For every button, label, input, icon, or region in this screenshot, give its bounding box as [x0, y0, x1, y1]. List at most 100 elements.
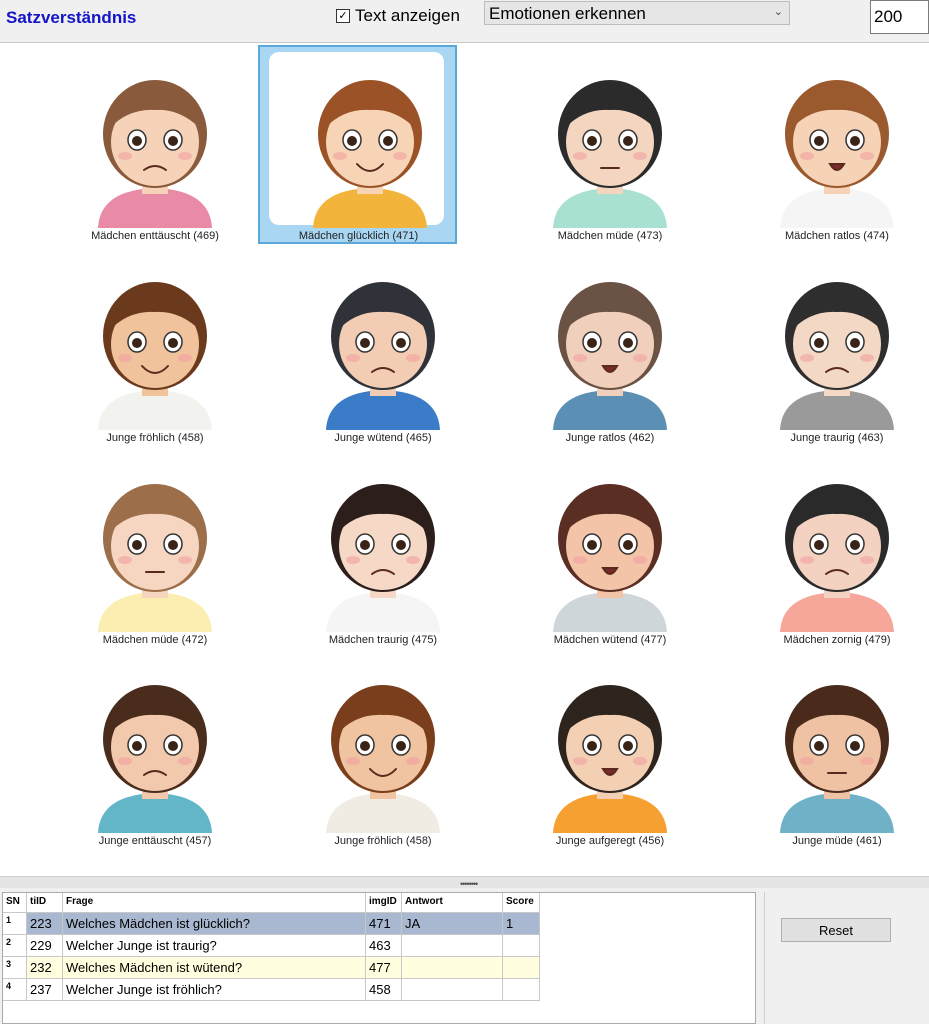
image-size-input[interactable]	[870, 0, 929, 34]
child-face-image	[295, 60, 445, 233]
show-text-toggle[interactable]: ✓ Text anzeigen	[336, 6, 460, 26]
child-face-image	[308, 665, 458, 838]
right-cheek-shape	[633, 757, 647, 765]
right-pupil-shape	[168, 540, 178, 550]
image-tile[interactable]: Junge enttäuscht (457)	[42, 649, 268, 849]
right-cheek-shape	[406, 556, 420, 564]
left-cheek-shape	[346, 556, 360, 564]
right-pupil-shape	[623, 338, 633, 348]
col-header-imgid[interactable]: imgID	[366, 893, 402, 913]
right-pupil-shape	[850, 741, 860, 751]
reset-button[interactable]: Reset	[781, 918, 891, 942]
left-cheek-shape	[800, 757, 814, 765]
chevron-down-icon: ⌄	[773, 6, 783, 18]
left-pupil-shape	[360, 741, 370, 751]
mode-select[interactable]: Emotionen erkennen ⌄	[484, 1, 790, 25]
child-face-image	[308, 464, 458, 637]
image-tile[interactable]: Mädchen ratlos (474)	[724, 44, 929, 244]
left-pupil-shape	[587, 136, 597, 146]
right-pupil-shape	[168, 136, 178, 146]
cell-sn[interactable]: 1	[3, 913, 27, 935]
right-cheek-shape	[633, 354, 647, 362]
right-cheek-shape	[633, 556, 647, 564]
left-pupil-shape	[132, 338, 142, 348]
left-cheek-shape	[346, 354, 360, 362]
bottom-panel: SN tiID Frage imgID Antwort Score 1 223 We…	[0, 888, 929, 1024]
cell-score[interactable]	[503, 935, 540, 957]
cell-score[interactable]	[503, 979, 540, 1001]
child-face-image	[80, 464, 230, 637]
cell-frage[interactable]: Welcher Junge ist traurig?	[63, 935, 366, 957]
left-pupil-shape	[587, 338, 597, 348]
right-cheek-shape	[393, 152, 407, 160]
image-tile[interactable]: Mädchen zornig (479)	[724, 448, 929, 648]
left-cheek-shape	[118, 354, 132, 362]
tile-caption: Mädchen müde (473)	[557, 230, 663, 242]
child-face-image	[535, 464, 685, 637]
tile-caption: Junge müde (461)	[792, 835, 882, 847]
tile-caption: Junge ratlos (462)	[565, 432, 655, 444]
cell-score[interactable]: 1	[503, 913, 540, 935]
col-header-score[interactable]: Score	[503, 893, 540, 913]
right-pupil-shape	[396, 741, 406, 751]
cell-imgid[interactable]: 458	[366, 979, 402, 1001]
col-header-tiid[interactable]: tiID	[27, 893, 63, 913]
cell-tiid[interactable]: 232	[27, 957, 63, 979]
image-tile[interactable]: Mädchen traurig (475)	[270, 448, 496, 648]
right-cheek-shape	[178, 556, 192, 564]
tile-caption: Mädchen glücklich (471)	[298, 230, 419, 242]
cell-antwort[interactable]: JA	[402, 913, 503, 935]
cell-imgid[interactable]: 477	[366, 957, 402, 979]
cell-antwort[interactable]	[402, 957, 503, 979]
cell-score[interactable]	[503, 957, 540, 979]
child-face-image	[80, 60, 230, 233]
left-pupil-shape	[132, 136, 142, 146]
left-pupil-shape	[347, 136, 357, 146]
tile-caption: Mädchen enttäuscht (469)	[91, 230, 219, 242]
cell-tiid[interactable]: 237	[27, 979, 63, 1001]
cell-frage[interactable]: Welches Mädchen ist glücklich?	[63, 913, 366, 935]
child-face-image	[535, 262, 685, 435]
col-header-antwort[interactable]: Antwort	[402, 893, 503, 913]
left-cheek-shape	[800, 556, 814, 564]
right-cheek-shape	[178, 152, 192, 160]
child-face-image	[762, 262, 912, 435]
col-header-sn[interactable]: SN	[3, 893, 27, 913]
cell-antwort[interactable]	[402, 979, 503, 1001]
image-tile[interactable]: Junge aufgeregt (456)	[497, 649, 723, 849]
cell-tiid[interactable]: 223	[27, 913, 63, 935]
cell-tiid[interactable]: 229	[27, 935, 63, 957]
cell-sn[interactable]: 4	[3, 979, 27, 1001]
image-tile[interactable]: Mädchen müde (473)	[497, 44, 723, 244]
tile-caption: Mädchen ratlos (474)	[785, 230, 889, 242]
right-cheek-shape	[633, 152, 647, 160]
cell-frage[interactable]: Welcher Junge ist fröhlich?	[63, 979, 366, 1001]
cell-sn[interactable]: 3	[3, 957, 27, 979]
cell-sn[interactable]: 2	[3, 935, 27, 957]
cell-imgid[interactable]: 463	[366, 935, 402, 957]
show-text-checkbox[interactable]: ✓	[336, 9, 350, 23]
image-tile[interactable]: Junge fröhlich (458)	[42, 246, 268, 446]
cell-antwort[interactable]	[402, 935, 503, 957]
right-pupil-shape	[396, 540, 406, 550]
image-tile[interactable]: Junge traurig (463)	[724, 246, 929, 446]
image-tile[interactable]: Mädchen glücklich (471)	[257, 44, 483, 244]
image-tile[interactable]: Mädchen müde (472)	[42, 448, 268, 648]
child-face-image	[535, 60, 685, 233]
cell-imgid[interactable]: 471	[366, 913, 402, 935]
left-cheek-shape	[573, 556, 587, 564]
tile-caption: Junge fröhlich (458)	[334, 835, 432, 847]
right-pupil-shape	[168, 741, 178, 751]
left-pupil-shape	[814, 136, 824, 146]
left-pupil-shape	[360, 338, 370, 348]
cell-frage[interactable]: Welches Mädchen ist wütend?	[63, 957, 366, 979]
right-pupil-shape	[623, 136, 633, 146]
col-header-frage[interactable]: Frage	[63, 893, 366, 913]
image-tile[interactable]: Junge fröhlich (458)	[270, 649, 496, 849]
image-tile[interactable]: Junge ratlos (462)	[497, 246, 723, 446]
image-tile[interactable]: Junge müde (461)	[724, 649, 929, 849]
image-tile[interactable]: Mädchen wütend (477)	[497, 448, 723, 648]
image-tile[interactable]: Mädchen enttäuscht (469)	[42, 44, 268, 244]
right-cheek-shape	[406, 354, 420, 362]
image-tile[interactable]: Junge wütend (465)	[270, 246, 496, 446]
